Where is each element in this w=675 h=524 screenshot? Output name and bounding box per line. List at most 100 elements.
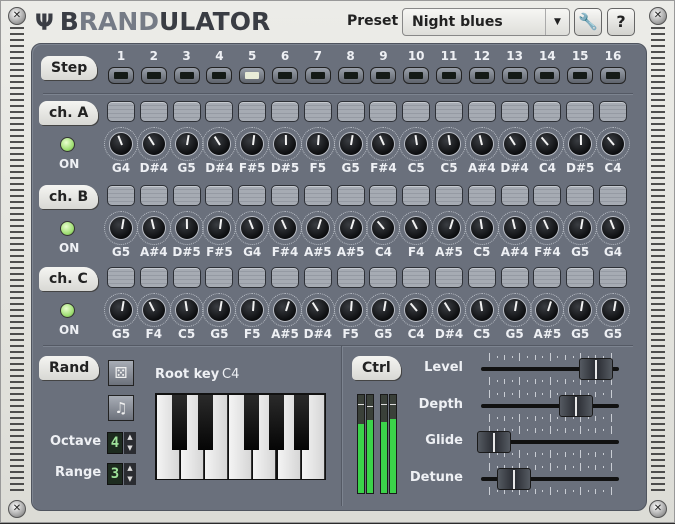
step-pad[interactable] [172, 101, 201, 122]
step-pad[interactable] [533, 267, 562, 288]
step-pad[interactable] [599, 267, 627, 288]
step-button[interactable] [436, 67, 462, 84]
step-pad[interactable] [107, 267, 135, 288]
step-pad[interactable] [500, 185, 529, 206]
help-button[interactable]: ? [607, 8, 635, 36]
black-key[interactable] [198, 395, 213, 450]
note-knob[interactable] [568, 132, 593, 156]
note-knob[interactable] [141, 216, 166, 240]
note-knob[interactable] [601, 298, 625, 322]
note-knob[interactable] [437, 298, 461, 322]
step-button[interactable] [108, 67, 134, 84]
note-knob[interactable] [273, 216, 297, 240]
step-pad[interactable] [435, 185, 463, 206]
black-key[interactable] [244, 395, 259, 450]
depth-slider-thumb[interactable] [559, 395, 594, 417]
step-button[interactable] [337, 67, 364, 84]
note-knob[interactable] [404, 298, 429, 322]
step-pad[interactable] [599, 185, 627, 206]
step-pad[interactable] [369, 101, 398, 122]
note-knob[interactable] [404, 216, 429, 240]
step-pad[interactable] [107, 185, 135, 206]
step-pad[interactable] [566, 185, 595, 206]
step-pad[interactable] [139, 101, 168, 122]
note-knob[interactable] [338, 216, 363, 240]
step-pad[interactable] [271, 185, 299, 206]
black-key[interactable] [294, 395, 309, 450]
step-pad[interactable] [139, 185, 168, 206]
step-pad[interactable] [107, 101, 135, 122]
step-pad[interactable] [238, 185, 267, 206]
step-pad[interactable] [467, 267, 496, 288]
chevron-down-icon[interactable]: ▼ [545, 9, 569, 35]
step-button[interactable] [272, 67, 298, 84]
note-knob[interactable] [141, 132, 166, 156]
step-pad[interactable] [467, 101, 496, 122]
spinner-arrows-icon[interactable]: ▲ ▼ [124, 432, 136, 454]
range-spinner[interactable]: 3 ▲ ▼ [107, 463, 139, 485]
note-knob[interactable] [404, 132, 429, 156]
spinner-arrows-icon[interactable]: ▲ ▼ [124, 463, 136, 485]
note-knob[interactable] [502, 216, 527, 240]
step-button[interactable] [534, 67, 561, 84]
note-knob[interactable] [240, 216, 265, 240]
step-pad[interactable] [435, 267, 463, 288]
note-knob[interactable] [109, 298, 133, 322]
note-knob[interactable] [601, 132, 625, 156]
step-pad[interactable] [336, 101, 365, 122]
level-slider-thumb[interactable] [578, 358, 613, 380]
step-pad[interactable] [369, 267, 398, 288]
step-pad[interactable] [238, 101, 267, 122]
step-button[interactable] [567, 67, 594, 84]
step-pad[interactable] [467, 185, 496, 206]
step-pad[interactable] [205, 101, 234, 122]
detune-slider-thumb[interactable] [497, 468, 532, 490]
note-knob[interactable] [437, 132, 461, 156]
step-button[interactable] [600, 67, 626, 84]
step-button[interactable] [173, 67, 200, 84]
step-pad[interactable] [402, 267, 431, 288]
step-pad[interactable] [238, 267, 267, 288]
preset-dropdown[interactable]: Night blues ▼ [402, 8, 570, 36]
step-pad[interactable] [500, 101, 529, 122]
step-pad[interactable] [369, 185, 398, 206]
step-pad[interactable] [205, 267, 234, 288]
step-pad[interactable] [271, 267, 299, 288]
octave-spinner[interactable]: 4 ▲ ▼ [107, 432, 139, 454]
note-knob[interactable] [469, 216, 494, 240]
note-knob[interactable] [568, 216, 593, 240]
step-pad[interactable] [599, 101, 627, 122]
note-knob[interactable] [174, 298, 199, 322]
note-knob[interactable] [273, 132, 297, 156]
note-knob[interactable] [502, 132, 527, 156]
step-pad[interactable] [533, 101, 562, 122]
note-knob[interactable] [174, 132, 199, 156]
note-knob[interactable] [437, 216, 461, 240]
step-pad[interactable] [500, 267, 529, 288]
glide-slider-thumb[interactable] [477, 431, 512, 453]
note-knob[interactable] [305, 216, 330, 240]
randomize-button[interactable]: ⚄ [108, 360, 134, 386]
step-pad[interactable] [533, 185, 562, 206]
note-knob[interactable] [338, 298, 363, 322]
step-pad[interactable] [172, 267, 201, 288]
note-knob[interactable] [273, 298, 297, 322]
note-knob[interactable] [502, 298, 527, 322]
note-knob[interactable] [601, 216, 625, 240]
step-pad[interactable] [566, 267, 595, 288]
note-knob[interactable] [240, 132, 265, 156]
step-button[interactable] [501, 67, 528, 84]
note-knob[interactable] [305, 298, 330, 322]
step-button[interactable] [239, 67, 266, 84]
step-pad[interactable] [271, 101, 299, 122]
step-pad[interactable] [139, 267, 168, 288]
step-pad[interactable] [435, 101, 463, 122]
black-key[interactable] [269, 395, 284, 450]
note-knob[interactable] [240, 298, 265, 322]
depth-slider-track[interactable] [481, 404, 619, 408]
step-pad[interactable] [402, 101, 431, 122]
note-knob[interactable] [141, 298, 166, 322]
channel-b-on-toggle[interactable] [60, 221, 75, 236]
root-key-keyboard[interactable] [155, 393, 326, 480]
step-button[interactable] [403, 67, 430, 84]
